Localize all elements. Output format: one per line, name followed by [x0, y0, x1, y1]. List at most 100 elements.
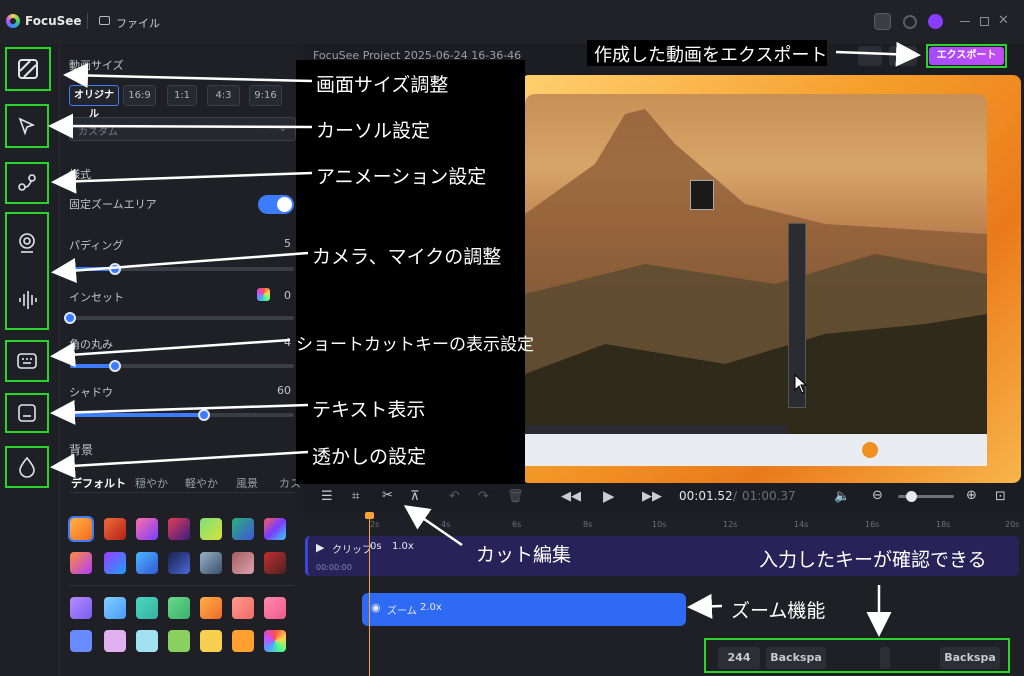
bg-swatch[interactable] — [200, 597, 222, 619]
ratio-1-1-button[interactable]: 1:1 — [167, 85, 197, 106]
bg-swatch[interactable] — [70, 630, 92, 652]
key-chip[interactable]: 244 — [718, 647, 760, 669]
total-time: 01:00.37 — [742, 489, 796, 503]
playhead-handle[interactable] — [365, 512, 374, 519]
clip-label: クリップ — [332, 545, 372, 556]
bg-swatch[interactable] — [168, 597, 190, 619]
watermark-tool[interactable] — [5, 446, 49, 488]
annotation-screen-size: 画面サイズ調整 — [316, 74, 449, 96]
bg-swatch[interactable] — [232, 597, 254, 619]
zoom-out-icon[interactable]: ⊖ — [872, 488, 883, 503]
align-icon[interactable]: ☰ — [321, 489, 333, 504]
close-icon[interactable]: ✕ — [998, 13, 1009, 28]
ruler-tick: 16s — [865, 520, 880, 529]
bg-swatch[interactable] — [168, 552, 190, 574]
clip-speed: 1.0x — [392, 541, 414, 552]
fixed-zoom-toggle[interactable] — [258, 195, 294, 214]
ratio-16-9-button[interactable]: 16:9 — [123, 85, 156, 106]
ruler-tick: 2s — [370, 520, 380, 529]
trash-icon[interactable]: 🗑 — [507, 489, 524, 504]
bg-swatch[interactable] — [136, 630, 158, 652]
bg-swatch[interactable] — [168, 630, 190, 652]
bg-swatch[interactable] — [104, 597, 126, 619]
minimize-icon[interactable] — [960, 21, 970, 22]
bg-swatch[interactable] — [136, 518, 158, 540]
bg-tab-landscape[interactable]: 風景 — [236, 475, 258, 491]
bg-swatch[interactable] — [264, 597, 286, 619]
fit-icon[interactable]: ⊡ — [995, 489, 1006, 504]
playhead[interactable] — [369, 514, 370, 676]
export-button[interactable]: エクスポート — [926, 44, 1007, 68]
bg-swatch[interactable] — [200, 518, 222, 540]
bg-swatch[interactable] — [70, 597, 92, 619]
folder-icon[interactable] — [99, 16, 110, 25]
redo-icon[interactable]: ↷ — [478, 489, 489, 504]
text-tool[interactable] — [5, 393, 49, 433]
screen-size-tool[interactable] — [5, 47, 51, 91]
ratio-4-3-button[interactable]: 4:3 — [207, 85, 240, 106]
zoom-track[interactable]: ◉ ズーム 2.0x — [362, 593, 686, 626]
ruler-tick: 14s — [794, 520, 809, 529]
bg-tab-calm[interactable]: 穏やか — [135, 475, 168, 491]
key-input-track[interactable]: 244 Backspa Backspa — [704, 638, 1010, 673]
bg-swatch[interactable] — [232, 552, 254, 574]
edit-icon[interactable] — [874, 13, 891, 30]
volume-icon[interactable]: 🔈 — [834, 489, 850, 504]
bg-swatch[interactable] — [232, 630, 254, 652]
split-icon[interactable]: ⊼ — [410, 489, 420, 504]
profile-icon[interactable] — [928, 14, 943, 29]
bg-swatch[interactable] — [104, 552, 126, 574]
play-icon[interactable]: ▶ — [603, 487, 615, 505]
shortcut-key-tool[interactable] — [5, 340, 49, 382]
bg-swatch[interactable] — [68, 516, 94, 542]
timeline-zoom-knob[interactable] — [906, 491, 917, 502]
radius-slider[interactable] — [70, 360, 294, 372]
settings-icon[interactable] — [903, 15, 917, 29]
cut-scissors-icon[interactable]: ✂ — [382, 488, 393, 503]
fast-forward-icon[interactable]: ▶▶ — [642, 489, 662, 504]
bg-swatch[interactable] — [104, 518, 126, 540]
bg-swatch-custom[interactable] — [264, 630, 286, 652]
bg-tab-default[interactable]: デフォルト — [71, 475, 126, 491]
help-icon[interactable] — [858, 46, 882, 66]
padding-slider[interactable] — [70, 263, 294, 275]
bg-swatch[interactable] — [104, 630, 126, 652]
shadow-slider[interactable] — [70, 409, 294, 421]
ratio-9-16-button[interactable]: 9:16 — [249, 85, 282, 106]
custom-size-dropdown[interactable]: カスタム ⌄ — [69, 117, 296, 141]
file-menu[interactable]: ファイル — [116, 15, 160, 31]
bg-swatch[interactable] — [136, 597, 158, 619]
padding-label: パディング — [69, 239, 124, 252]
export-label: エクスポート — [929, 47, 1004, 65]
bg-swatch[interactable] — [200, 552, 222, 574]
settings-panel: 動画サイズ オリジナル 16:9 1:1 4:3 9:16 カスタム ⌄ 様式 … — [61, 44, 303, 676]
rewind-icon[interactable]: ◀◀ — [561, 489, 581, 504]
crop-icon[interactable]: ⌗ — [352, 489, 359, 504]
inset-slider[interactable] — [64, 312, 294, 324]
undo-icon[interactable]: ↶ — [449, 489, 460, 504]
bg-tab-light[interactable]: 軽やか — [185, 475, 218, 491]
camera-mic-tool[interactable] — [5, 212, 49, 330]
animation-tool[interactable] — [5, 162, 49, 204]
bg-swatch[interactable] — [264, 552, 286, 574]
play-box-icon: ▶ — [316, 541, 325, 554]
windows-taskbar-image — [525, 434, 987, 466]
droplet-icon — [19, 456, 35, 478]
video-preview-screen — [525, 94, 987, 466]
bg-swatch[interactable] — [232, 518, 254, 540]
key-chip[interactable]: Backspa — [940, 647, 1000, 669]
inset-value: 0 — [284, 289, 291, 302]
save-icon[interactable] — [889, 46, 917, 66]
maximize-icon[interactable] — [980, 17, 989, 26]
cursor-tool[interactable] — [5, 104, 49, 148]
key-chip[interactable]: Backspa — [766, 647, 826, 669]
bg-swatch[interactable] — [200, 630, 222, 652]
bg-swatch[interactable] — [264, 518, 286, 540]
bg-swatch[interactable] — [70, 552, 92, 574]
weather-icon — [862, 442, 878, 458]
bg-swatch[interactable] — [168, 518, 190, 540]
key-chip-small[interactable] — [880, 647, 890, 669]
bg-swatch[interactable] — [136, 552, 158, 574]
ratio-original-button[interactable]: オリジナル — [69, 85, 119, 120]
zoom-in-icon[interactable]: ⊕ — [966, 488, 977, 503]
